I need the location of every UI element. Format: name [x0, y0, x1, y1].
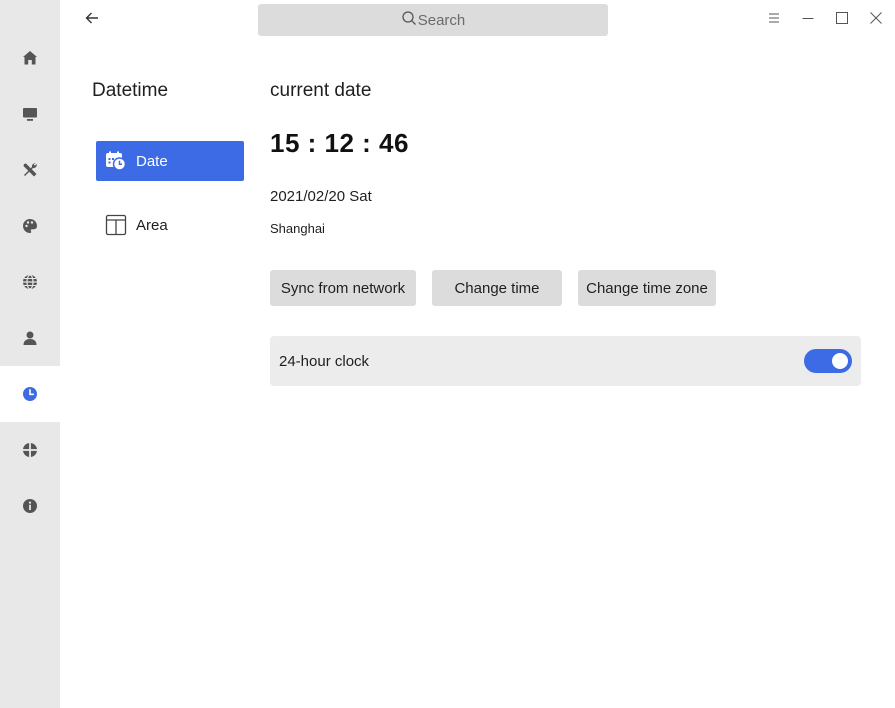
maximize-button[interactable]: [830, 8, 854, 32]
subnav-item-area[interactable]: Area: [96, 205, 244, 245]
rail-item-home[interactable]: [0, 30, 60, 86]
globe-icon: [21, 273, 39, 291]
back-button[interactable]: [78, 6, 106, 34]
left-rail: [0, 0, 60, 708]
home-icon: [21, 49, 39, 67]
change-time-zone-button[interactable]: Change time zone: [578, 270, 716, 306]
subnav-label-area: Area: [136, 216, 168, 234]
rail-item-about[interactable]: [0, 478, 60, 534]
sync-from-network-button[interactable]: Sync from network: [270, 270, 416, 306]
toggle-knob: [832, 353, 848, 369]
update-icon: [21, 441, 39, 459]
search-input[interactable]: Search: [258, 4, 608, 36]
rail-item-datetime[interactable]: [0, 366, 60, 422]
rail-item-system[interactable]: [0, 142, 60, 198]
close-icon: [869, 11, 883, 30]
area-layout-icon: [104, 213, 128, 237]
rail-item-personalize[interactable]: [0, 198, 60, 254]
section-title: Datetime: [92, 80, 169, 101]
rail-item-display[interactable]: [0, 86, 60, 142]
subnav-item-date[interactable]: Date: [96, 141, 244, 181]
arrow-left-icon: [84, 10, 100, 31]
monitor-icon: [21, 105, 39, 123]
clock-24h-toggle[interactable]: [804, 349, 852, 373]
maximize-icon: [835, 11, 849, 30]
search-icon: [401, 10, 418, 30]
calendar-clock-icon: [104, 149, 128, 173]
rail-item-update[interactable]: [0, 422, 60, 478]
clock-24h-row: 24-hour clock: [270, 336, 861, 386]
clock-24h-label: 24-hour clock: [279, 352, 370, 370]
user-icon: [21, 329, 39, 347]
palette-icon: [21, 217, 39, 235]
close-button[interactable]: [864, 8, 888, 32]
search-placeholder: Search: [417, 11, 466, 29]
content-title: current date: [270, 80, 372, 101]
current-timezone: Shanghai: [270, 221, 325, 236]
current-time: 15 : 12 : 46: [270, 128, 409, 158]
rail-item-network[interactable]: [0, 254, 60, 310]
minimize-button[interactable]: [796, 8, 820, 32]
rail-item-account[interactable]: [0, 310, 60, 366]
change-time-button[interactable]: Change time: [432, 270, 562, 306]
minimize-icon: [801, 11, 815, 30]
tools-icon: [21, 161, 39, 179]
current-date: 2021/02/20 Sat: [270, 188, 372, 205]
menu-button[interactable]: [762, 8, 786, 32]
settings-window: Search Datetime Date Area current date 1…: [0, 0, 895, 708]
subnav-label-date: Date: [136, 152, 168, 170]
info-icon: [21, 497, 39, 515]
clock-icon: [21, 385, 39, 403]
menu-icon: [767, 11, 781, 30]
